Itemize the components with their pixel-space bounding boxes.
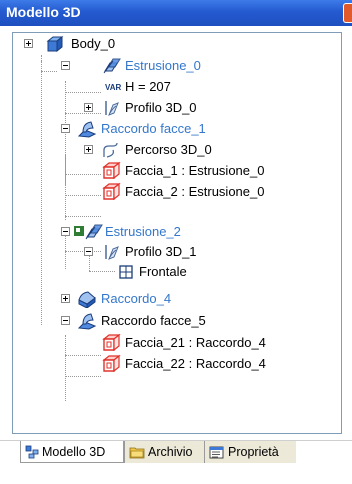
model-tree-icon	[25, 445, 39, 458]
collapse-icon[interactable]	[61, 124, 70, 133]
extrusion-icon	[85, 224, 103, 240]
expand-icon[interactable]	[84, 145, 93, 154]
tree-item-profile-1[interactable]: Profilo 3D_1	[13, 241, 333, 263]
tree-item-label: Profilo 3D_1	[125, 244, 197, 259]
tree-item-variable[interactable]: VAR H = 207	[13, 76, 333, 98]
properties-icon	[209, 446, 224, 459]
window-title: Modello 3D	[6, 4, 81, 20]
tab-label: Archivio	[148, 445, 193, 459]
tree-item-label: Estrusione_2	[105, 224, 181, 239]
var-badge-icon: VAR	[105, 83, 122, 92]
tree-item-label: Faccia_22 : Raccordo_4	[125, 356, 266, 371]
tab-properties[interactable]: Proprietà	[204, 441, 296, 463]
collapse-icon[interactable]	[61, 61, 70, 70]
profile-icon	[105, 245, 119, 260]
expand-icon[interactable]	[61, 294, 70, 303]
model-3d-panel: Modello 3D Body_0 Estrusione_0 VAR H = 2…	[0, 0, 352, 484]
tree-item-face-fillet-1[interactable]: Raccordo facce_1	[13, 118, 333, 140]
tree-item-label: Raccordo facce_5	[101, 313, 206, 328]
model-tree[interactable]: Body_0 Estrusione_0 VAR H = 207 Profilo …	[12, 32, 342, 434]
tree-item-label: Raccordo facce_1	[101, 121, 206, 136]
face-icon	[102, 354, 121, 372]
fillet-icon	[78, 291, 96, 308]
tree-item-label: Faccia_1 : Estrusione_0	[125, 163, 265, 178]
face-icon	[102, 161, 121, 179]
collapse-icon[interactable]	[84, 247, 93, 256]
extrusion-icon	[103, 58, 121, 74]
tree-item-label: Profilo 3D_0	[125, 100, 197, 115]
tree-item-profile-0[interactable]: Profilo 3D_0	[13, 97, 333, 119]
tree-item-label: Estrusione_0	[125, 58, 201, 73]
tab-strip: Modello 3D Archivio Proprietà	[0, 440, 352, 484]
tree-item-face-21[interactable]: Faccia_21 : Raccordo_4	[13, 332, 333, 354]
path-icon	[103, 142, 118, 158]
plane-grid-icon	[119, 265, 133, 279]
tree-item-label: H = 207	[125, 79, 171, 94]
tree-item-path-0[interactable]: Percorso 3D_0	[13, 139, 333, 161]
tree-item-extrusion-0[interactable]: Estrusione_0	[13, 55, 333, 77]
tab-archive[interactable]: Archivio	[124, 441, 204, 463]
tree-item-face-2[interactable]: Faccia_2 : Estrusione_0	[13, 181, 333, 203]
collapse-icon[interactable]	[61, 227, 70, 236]
tree-item-label: Percorso 3D_0	[125, 142, 212, 157]
tree-item-front-plane[interactable]: Frontale	[13, 261, 333, 283]
expand-icon[interactable]	[24, 39, 33, 48]
tab-label: Proprietà	[228, 445, 279, 459]
tree-item-label: Raccordo_4	[101, 291, 172, 306]
face-fillet-icon	[77, 121, 97, 138]
tree-item-body[interactable]: Body_0	[13, 33, 333, 55]
tree-item-fillet-4[interactable]: Raccordo_4	[13, 288, 333, 310]
expand-icon[interactable]	[84, 103, 93, 112]
tree-item-label: Faccia_2 : Estrusione_0	[125, 184, 265, 199]
tree-item-label: Frontale	[139, 264, 187, 279]
face-fillet-icon	[77, 313, 97, 330]
tab-label: Modello 3D	[42, 444, 106, 459]
face-icon	[102, 182, 121, 200]
tree-item-face-1[interactable]: Faccia_1 : Estrusione_0	[13, 160, 333, 182]
tab-model-3d[interactable]: Modello 3D	[20, 441, 124, 463]
body-cube-icon	[46, 35, 64, 53]
tree-item-label: Faccia_21 : Raccordo_4	[125, 335, 266, 350]
tree-item-extrusion-2[interactable]: Estrusione_2	[13, 221, 333, 243]
tree-item-face-22[interactable]: Faccia_22 : Raccordo_4	[13, 353, 333, 375]
profile-icon	[105, 101, 119, 116]
tree-item-label: Body_0	[71, 36, 116, 51]
archive-folder-icon	[129, 447, 145, 459]
face-icon	[102, 333, 121, 351]
collapse-icon[interactable]	[61, 316, 70, 325]
title-bar[interactable]: Modello 3D	[0, 0, 352, 26]
close-icon[interactable]	[343, 3, 352, 23]
tree-item-face-fillet-5[interactable]: Raccordo facce_5	[13, 310, 333, 332]
